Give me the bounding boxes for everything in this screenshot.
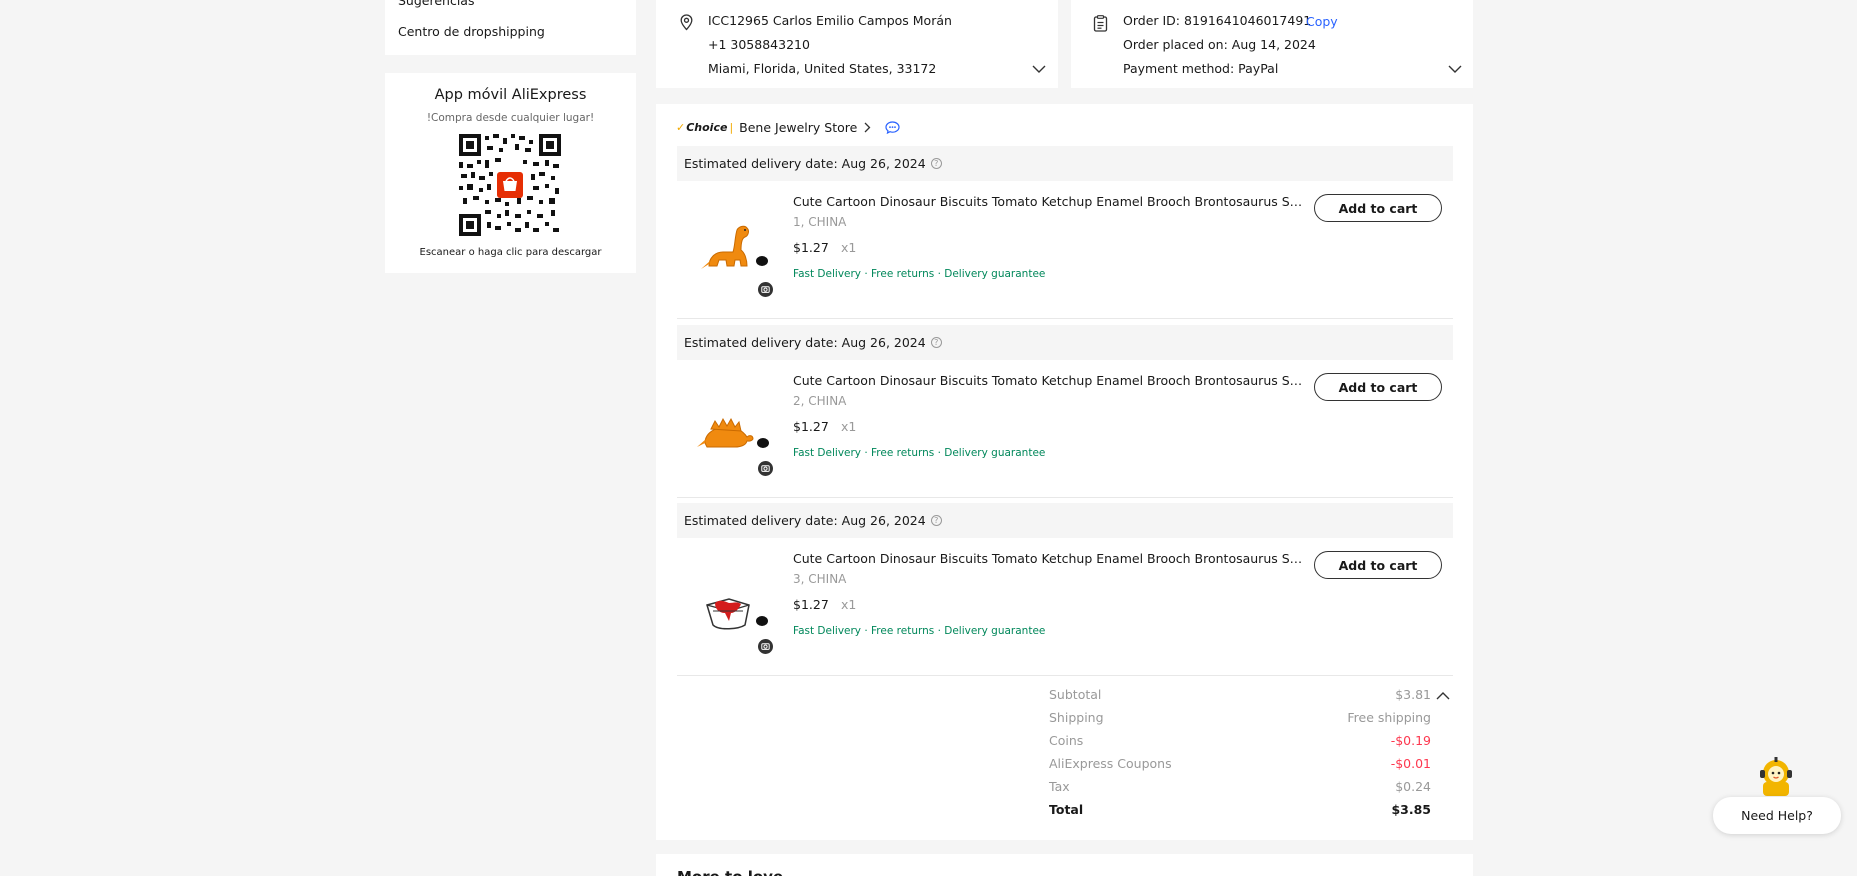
choice-badge: ✓ Choice | — [676, 121, 733, 134]
order-document-icon — [1093, 15, 1108, 32]
sidebar-link-suggestions[interactable]: Sugerencias — [398, 0, 474, 8]
order-items-panel: ✓ Choice | Bene Jewelry Store Estimated … — [656, 104, 1473, 840]
order-item: Cute Cartoon Dinosaur Biscuits Tomato Ke… — [677, 373, 1453, 498]
camera-icon[interactable] — [758, 639, 773, 654]
coins-value: -$0.19 — [1390, 733, 1431, 748]
delivery-date-bar: Estimated delivery date: Aug 26, 2024 ? — [677, 503, 1453, 538]
product-price: $1.27 — [793, 597, 829, 612]
address-location: Miami, Florida, United States, 33172 — [708, 61, 937, 76]
product-title[interactable]: Cute Cartoon Dinosaur Biscuits Tomato Ke… — [793, 373, 1303, 388]
help-mascot-icon[interactable] — [1757, 756, 1795, 796]
product-quantity: x1 — [841, 240, 857, 255]
delivery-date: Estimated delivery date: Aug 26, 2024 — [684, 156, 926, 171]
delivery-date-bar: Estimated delivery date: Aug 26, 2024 ? — [677, 325, 1453, 360]
tax-value: $0.24 — [1395, 779, 1431, 794]
delivery-date-bar: Estimated delivery date: Aug 26, 2024 ? — [677, 146, 1453, 181]
sidebar-links-card: Sugerencias Centro de dropshipping — [385, 0, 636, 55]
subtotal-value: $3.81 — [1395, 687, 1431, 702]
store-name[interactable]: Bene Jewelry Store — [739, 120, 857, 135]
question-icon[interactable]: ? — [930, 337, 942, 348]
app-card-subtitle: !Compra desde cualquier lugar! — [426, 112, 595, 124]
address-name: ICC12965 Carlos Emilio Campos Morán — [708, 13, 952, 28]
product-price: $1.27 — [793, 240, 829, 255]
camera-icon[interactable] — [758, 282, 773, 297]
delivery-date: Estimated delivery date: Aug 26, 2024 — [684, 335, 926, 350]
address-phone: +1 3058843210 — [708, 37, 810, 52]
question-icon[interactable]: ? — [930, 158, 942, 169]
chevron-down-icon[interactable] — [1032, 64, 1046, 74]
location-pin-icon — [680, 14, 693, 31]
order-id: Order ID: 8191641046017491 — [1123, 13, 1312, 28]
app-card-footer: Escanear o haga clic para descargar — [419, 247, 602, 258]
question-icon[interactable]: ? — [930, 515, 942, 526]
add-to-cart-button[interactable]: Add to cart — [1314, 551, 1442, 579]
choice-check-icon: ✓ — [676, 120, 686, 134]
store-header[interactable]: ✓ Choice | Bene Jewelry Store — [676, 116, 900, 138]
order-info-card: Order ID: 8191641046017491 Copy Order pl… — [1071, 0, 1473, 88]
subtotal-label: Subtotal — [1049, 687, 1102, 702]
order-item: Cute Cartoon Dinosaur Biscuits Tomato Ke… — [677, 551, 1453, 676]
chevron-right-icon[interactable] — [863, 122, 871, 133]
product-image[interactable] — [691, 385, 777, 471]
camera-icon[interactable] — [758, 461, 773, 476]
payment-method: Payment method: PayPal — [1123, 61, 1279, 76]
app-download-card[interactable]: App móvil AliExpress !Compra desde cualq… — [385, 73, 636, 273]
product-variant: 2, CHINA — [793, 394, 847, 408]
product-guarantee-tags: Fast Delivery · Free returns · Delivery … — [793, 268, 1046, 280]
panel-gap — [656, 840, 1473, 854]
product-quantity: x1 — [841, 597, 857, 612]
add-to-cart-button[interactable]: Add to cart — [1314, 373, 1442, 401]
product-guarantee-tags: Fast Delivery · Free returns · Delivery … — [793, 625, 1046, 637]
choice-separator: | — [729, 120, 734, 134]
tax-label: Tax — [1049, 779, 1070, 794]
app-card-title: App móvil AliExpress — [434, 87, 587, 103]
coins-label: Coins — [1049, 733, 1084, 748]
sidebar-link-dropshipping[interactable]: Centro de dropshipping — [398, 24, 545, 39]
product-title[interactable]: Cute Cartoon Dinosaur Biscuits Tomato Ke… — [793, 194, 1303, 209]
product-guarantee-tags: Fast Delivery · Free returns · Delivery … — [793, 447, 1046, 459]
shipping-label: Shipping — [1049, 710, 1104, 725]
product-variant: 1, CHINA — [793, 215, 847, 229]
add-to-cart-button[interactable]: Add to cart — [1314, 194, 1442, 222]
order-placed-date: Order placed on: Aug 14, 2024 — [1123, 37, 1316, 52]
shipping-value: Free shipping — [1347, 710, 1431, 725]
more-to-love-title: More to love — [677, 868, 783, 876]
chevron-down-icon[interactable] — [1448, 64, 1462, 74]
shipping-address-card: ICC12965 Carlos Emilio Campos Morán +1 3… — [656, 0, 1058, 88]
delivery-date: Estimated delivery date: Aug 26, 2024 — [684, 513, 926, 528]
coupons-label: AliExpress Coupons — [1049, 756, 1172, 771]
total-label: Total — [1049, 802, 1084, 817]
order-item: Cute Cartoon Dinosaur Biscuits Tomato Ke… — [677, 194, 1453, 319]
product-image[interactable] — [691, 206, 777, 292]
product-price: $1.27 — [793, 419, 829, 434]
product-variant: 3, CHINA — [793, 572, 847, 586]
total-value: $3.85 — [1391, 802, 1431, 817]
product-image[interactable] — [691, 563, 777, 649]
product-title[interactable]: Cute Cartoon Dinosaur Biscuits Tomato Ke… — [793, 551, 1303, 566]
coupons-value: -$0.01 — [1390, 756, 1431, 771]
product-quantity: x1 — [841, 419, 857, 434]
qr-code-icon[interactable] — [459, 134, 561, 236]
more-to-love-section: More to love — [656, 854, 1473, 876]
choice-label: Choice — [686, 120, 728, 134]
chat-icon[interactable] — [885, 120, 900, 134]
copy-order-id-button[interactable]: Copy — [1306, 14, 1338, 29]
need-help-button[interactable]: Need Help? — [1713, 797, 1841, 834]
chevron-up-icon[interactable] — [1436, 691, 1450, 701]
